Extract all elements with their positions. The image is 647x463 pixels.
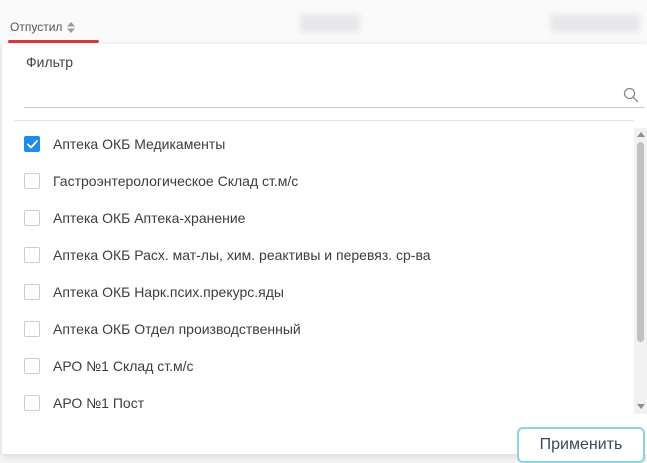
scroll-up-arrow-icon[interactable] xyxy=(637,132,645,137)
scrollbar-thumb[interactable] xyxy=(637,142,644,342)
table-header: Отпустил xyxy=(0,0,647,44)
checkbox[interactable] xyxy=(24,210,40,226)
list-item-label: Аптека ОКБ Медикаменты xyxy=(53,136,226,152)
column-header-otpustil[interactable]: Отпустил xyxy=(10,20,76,34)
checkbox[interactable] xyxy=(24,395,40,411)
checkbox[interactable] xyxy=(24,247,40,263)
list-item-label: Гастроэнтерологическое Склад ст.м/с xyxy=(53,173,299,189)
checkmark-icon xyxy=(26,139,38,148)
list-item[interactable]: Аптека ОКБ Нарк.псих.прекурс.яды xyxy=(24,282,284,302)
checkbox-checked[interactable] xyxy=(24,136,40,152)
list-item[interactable]: Аптека ОКБ Медикаменты xyxy=(24,134,225,154)
search-icon[interactable] xyxy=(623,87,639,103)
list-item[interactable]: АРО №1 Склад ст.м/с xyxy=(24,356,194,376)
checkbox[interactable] xyxy=(24,173,40,189)
filter-input[interactable] xyxy=(24,78,644,108)
filter-label: Фильтр xyxy=(26,54,74,70)
list-item-label: АРО №1 Пост xyxy=(53,395,145,411)
active-column-underline xyxy=(8,40,99,43)
checkbox[interactable] xyxy=(24,284,40,300)
blurred-column-header xyxy=(550,14,640,32)
column-title: Отпустил xyxy=(10,20,63,34)
divider xyxy=(14,120,634,121)
filter-dropdown-panel: Фильтр Аптека ОКБ Медикаменты Гастроэнтер… xyxy=(2,44,647,463)
list-item-label: Аптека ОКБ Аптека-хранение xyxy=(53,210,246,226)
list-item[interactable]: АРО №1 Пост xyxy=(24,393,144,412)
apply-button[interactable]: Применить xyxy=(517,427,645,463)
list-item[interactable]: Аптека ОКБ Отдел производственный xyxy=(24,319,301,339)
checkbox[interactable] xyxy=(24,321,40,337)
list-item-label: Аптека ОКБ Нарк.псих.прекурс.яды xyxy=(53,284,284,300)
list-item[interactable]: Аптека ОКБ Аптека-хранение xyxy=(24,208,245,228)
checkbox[interactable] xyxy=(24,358,40,374)
option-list: Аптека ОКБ Медикаменты Гастроэнтерологиче… xyxy=(2,132,634,412)
list-item[interactable]: Аптека ОКБ Расх. мат-лы, хим. реактивы и… xyxy=(24,245,431,265)
list-item[interactable]: Гастроэнтерологическое Склад ст.м/с xyxy=(24,171,298,191)
list-item-label: АРО №1 Склад ст.м/с xyxy=(53,358,194,374)
list-item-label: Аптека ОКБ Отдел производственный xyxy=(53,321,301,337)
sort-icon[interactable] xyxy=(67,22,76,33)
blurred-column-header xyxy=(300,14,360,32)
scroll-down-arrow-icon[interactable] xyxy=(637,404,645,409)
scrollbar[interactable] xyxy=(634,128,647,414)
list-item-label: Аптека ОКБ Расх. мат-лы, хим. реактивы и… xyxy=(53,247,431,263)
